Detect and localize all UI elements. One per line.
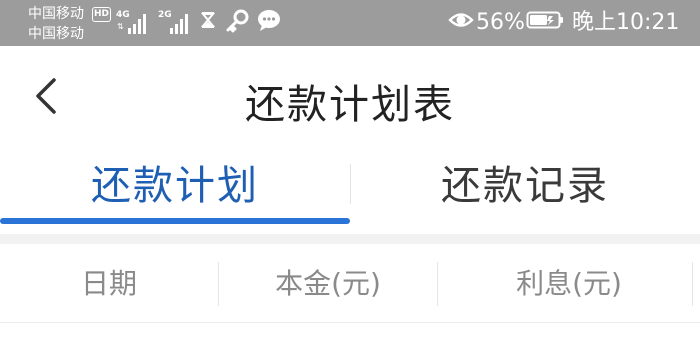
- column-separator: [692, 262, 693, 306]
- chat-bubble-icon: [258, 10, 280, 31]
- section-divider: [0, 234, 700, 244]
- carrier-name-1: 中国移动: [28, 6, 84, 22]
- clock: 晚上10:21: [572, 10, 680, 35]
- signal-4g: 4G ⇅: [116, 10, 152, 34]
- column-header-interest: 利息(元): [516, 267, 622, 300]
- status-bar: 中国移动 中国移动 HD 4G ⇅ 2G 56% 晚上10:21: [0, 0, 700, 46]
- battery-percent: 56%: [476, 10, 525, 35]
- column-header-date: 日期: [80, 267, 137, 300]
- tab-repayment-record[interactable]: 还款记录: [350, 146, 700, 232]
- data-arrows-icon: ⇅: [117, 22, 124, 31]
- app-header: 还款计划表: [0, 46, 700, 146]
- signal-bars-icon: [128, 10, 152, 34]
- table-body: [0, 323, 700, 350]
- signal-bars-icon: [170, 10, 194, 34]
- column-header-principal: 本金(元): [275, 267, 381, 300]
- signal-2g: 2G: [158, 10, 194, 34]
- active-tab-indicator: [0, 218, 350, 224]
- carrier-name-2: 中国移动: [28, 26, 84, 42]
- page-title: 还款计划表: [245, 82, 455, 128]
- key-icon: [226, 9, 249, 33]
- battery-icon: [526, 11, 563, 29]
- table-header: 日期 本金(元) 利息(元): [0, 244, 700, 324]
- hd-badge: HD: [92, 7, 111, 22]
- eye-icon: [448, 13, 474, 27]
- tab-bar: 还款计划 还款记录: [0, 146, 700, 234]
- hourglass-icon: [200, 12, 216, 28]
